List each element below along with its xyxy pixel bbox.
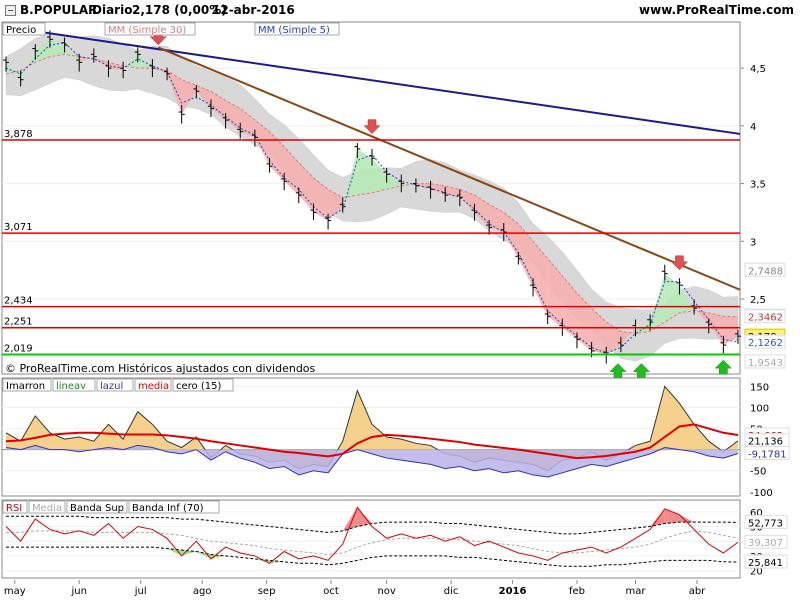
- x-axis: may jun jul ago sep oct nov dic 2016 feb mar abr: [4, 580, 706, 597]
- imarron-y-label: -100: [750, 488, 773, 499]
- x-tick-label: oct: [323, 586, 339, 597]
- level-label: 2,434: [4, 296, 33, 307]
- x-tick-label: jul: [134, 586, 147, 597]
- imarron-panel[interactable]: -100-50050100150 34,66321,136-9,1781 Ima…: [1, 377, 790, 499]
- level-label: 2,251: [4, 317, 33, 328]
- level-label: 3,071: [4, 222, 33, 233]
- price-y-label: 2,5: [750, 295, 766, 306]
- price-y-label: 4,5: [750, 64, 766, 75]
- legend-label: MM (Simple 5): [258, 25, 330, 36]
- x-tick-label: mar: [626, 586, 647, 597]
- price-y-label: 4: [750, 122, 756, 133]
- legend-label: Banda Inf (70): [132, 503, 204, 514]
- level-label: 2,019: [4, 343, 33, 354]
- legend-label: RSI: [6, 503, 22, 514]
- legend-label: Imarron: [6, 381, 45, 392]
- legend-label: lazul: [100, 381, 123, 392]
- rsi-tag-label: 52,773: [748, 518, 783, 529]
- price-y-label: 3: [750, 237, 756, 248]
- imarron-y-label: -50: [750, 467, 766, 478]
- rsi-panel[interactable]: 2030405060 52,77339,30725,841 RSIMediaBa…: [1, 499, 788, 579]
- rsi-tag-label: 25,841: [748, 558, 783, 569]
- x-tick-label: dic: [444, 586, 459, 597]
- chart-svg: 3,878 3,071 2,434 2,251 2,019 2,5 3 3,5 4 4,5 2,…: [1, 21, 790, 597]
- legend-label: MM (Simple 30): [108, 25, 186, 36]
- x-tick-label: sep: [258, 586, 276, 597]
- legend-label: Banda Sup: [70, 503, 124, 514]
- price-panel[interactable]: 3,878 3,071 2,434 2,251 2,019 2,5 3 3,5 4 4,5 2,…: [1, 21, 786, 378]
- x-tick-label: feb: [569, 586, 585, 597]
- x-tick-label: 2016: [499, 586, 527, 597]
- price-tag-label: 2,3462: [748, 313, 783, 324]
- level-label: 3,878: [4, 129, 33, 140]
- price-tag-label: 2,1262: [748, 338, 783, 349]
- imarron-y-label: 150: [750, 382, 769, 393]
- legend-label: Media: [32, 503, 62, 514]
- legend-label: Precio: [6, 25, 36, 36]
- imarron-y-label: 100: [750, 404, 769, 415]
- price-y-label: 3,5: [750, 180, 766, 191]
- rsi-tag-label: 39,307: [748, 538, 783, 549]
- x-tick-label: nov: [377, 586, 395, 597]
- imarron-tag-label: -9,1781: [748, 450, 787, 461]
- x-tick-label: jun: [70, 586, 86, 597]
- x-tick-label: may: [4, 586, 26, 597]
- x-tick-label: ago: [193, 586, 212, 597]
- price-tag-label: 2,7488: [748, 266, 783, 277]
- price-tag-label: 1,9543: [748, 358, 783, 369]
- legend-label: media: [138, 381, 169, 392]
- legend-label: lineav: [56, 381, 86, 392]
- legend-label: cero (15): [176, 381, 221, 392]
- x-tick-label: abr: [689, 586, 706, 597]
- footer-note: © ProRealTime.com Históricos ajustados c…: [5, 362, 316, 375]
